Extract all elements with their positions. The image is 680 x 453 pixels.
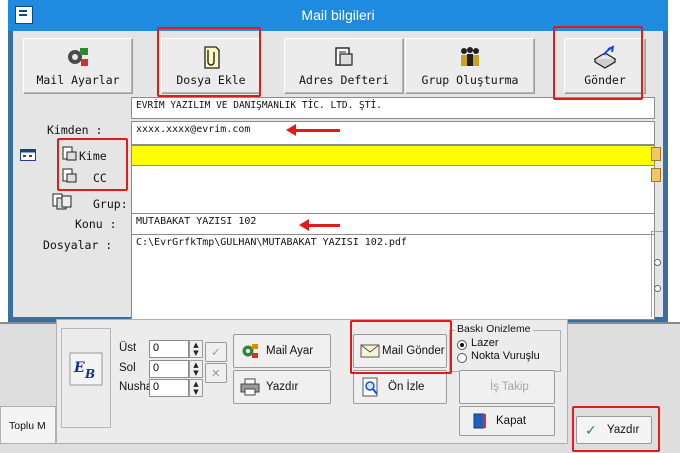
svg-text:B: B xyxy=(84,367,95,381)
left-margin-label: Sol xyxy=(119,362,136,374)
cc-addressbook-icon[interactable] xyxy=(61,167,77,183)
dot-matrix-label: Nokta Vuruşlu xyxy=(471,350,540,362)
cc-side-button[interactable] xyxy=(651,168,661,182)
svg-text:E: E xyxy=(73,360,85,376)
copies-label: Nusha xyxy=(119,381,153,393)
mail-send-small-button[interactable]: Mail Gönder xyxy=(353,334,447,368)
right-option-group xyxy=(651,231,663,317)
group-people-icon xyxy=(461,47,479,66)
files-list[interactable]: C:\EvrGrfkTmp\GULHAN\MUTABAKAT YAZISI 10… xyxy=(131,234,655,320)
settings-gear-icon xyxy=(68,48,88,66)
job-tracking-button[interactable]: İş Takip xyxy=(459,370,555,404)
preview-button[interactable]: Ön İzle xyxy=(353,370,447,404)
send-button[interactable]: Gönder xyxy=(564,38,646,94)
top-margin-input[interactable]: 0 xyxy=(149,340,189,358)
dot-matrix-radio[interactable] xyxy=(457,353,467,363)
to-side-button[interactable] xyxy=(651,147,661,161)
address-book-button[interactable]: Adres Defteri xyxy=(284,38,404,94)
mail-window: Mail bilgileri Mail Ayarlar Dosya Ekle A… xyxy=(8,0,668,322)
to-label: Kime xyxy=(79,149,107,163)
print-preview-group-title: Baskı Onizleme xyxy=(455,323,533,335)
group-label: Grup: xyxy=(93,197,128,211)
attach-file-button[interactable]: Dosya Ekle xyxy=(161,38,261,94)
files-label: Dosyalar : xyxy=(43,238,113,252)
green-check-icon: ✓ xyxy=(585,423,597,439)
from-label: Kimden : xyxy=(47,123,103,137)
right-radio-1[interactable] xyxy=(654,259,661,266)
from-field[interactable]: xxxx.xxxx@evrim.com xyxy=(131,121,655,145)
eb-logo-icon: E B xyxy=(69,352,103,386)
laser-label: Lazer xyxy=(471,337,499,349)
company-field[interactable]: EVRİM YAZILIM VE DANIŞMANLIK TİC. LTD. Ş… xyxy=(131,97,655,119)
top-margin-label: Üst xyxy=(119,342,137,354)
clear-x-button[interactable]: ✕ xyxy=(205,363,227,383)
confirm-check-button[interactable]: ✓ xyxy=(205,342,227,362)
mail-client-area: Mail Ayarlar Dosya Ekle Adres Defteri Gr… xyxy=(13,31,663,320)
right-radio-2[interactable] xyxy=(654,285,661,292)
print-panel: E B Üst 0 ▲ ▼ Sol 0 ▲ ▼ Nusha 0 ▲ ▼ ✓ ✕ Mai… xyxy=(56,319,568,444)
laser-radio[interactable] xyxy=(457,340,467,350)
envelope-icon xyxy=(360,344,380,358)
laser-radio-dot xyxy=(460,343,464,347)
exit-door-icon xyxy=(473,413,486,429)
magnifier-document-icon xyxy=(362,377,378,397)
window-title: Mail bilgileri xyxy=(301,7,375,23)
cc-field[interactable] xyxy=(131,165,655,219)
top-margin-spinner[interactable]: ▲ ▼ xyxy=(189,340,203,358)
from-field-arrow xyxy=(286,124,340,136)
cc-label: CC xyxy=(93,171,107,185)
check-icon: ✓ xyxy=(211,347,221,359)
paperclip-document-icon xyxy=(204,46,220,69)
calendar-icon[interactable] xyxy=(20,149,36,161)
address-book-icon xyxy=(335,47,353,66)
x-icon: ✕ xyxy=(211,368,221,380)
create-group-button[interactable]: Grup Oluşturma xyxy=(405,38,535,94)
send-mail-icon xyxy=(593,45,617,69)
copies-input[interactable]: 0 xyxy=(149,379,189,397)
to-addressbook-icon[interactable] xyxy=(61,145,77,161)
left-margin-input[interactable]: 0 xyxy=(149,360,189,378)
title-bar[interactable]: Mail bilgileri xyxy=(8,0,668,31)
print-confirm-button[interactable]: ✓ Yazdır xyxy=(576,416,652,444)
print-small-button[interactable]: Yazdır xyxy=(233,370,331,404)
group-addressbook-icon[interactable] xyxy=(51,193,73,211)
printer-icon xyxy=(240,378,260,396)
mail-settings-small-button[interactable]: Mail Ayar xyxy=(233,334,331,368)
taskbar-item-toplu[interactable]: Toplu M xyxy=(0,406,56,444)
copies-spinner[interactable]: ▲ ▼ xyxy=(189,379,203,397)
mail-settings-button[interactable]: Mail Ayarlar xyxy=(23,38,133,94)
settings-gear-small-icon xyxy=(242,344,258,358)
subject-field-arrow xyxy=(299,219,340,231)
close-button[interactable]: Kapat xyxy=(459,406,555,436)
subject-label: Konu : xyxy=(75,217,117,231)
left-margin-spinner[interactable]: ▲ ▼ xyxy=(189,360,203,378)
